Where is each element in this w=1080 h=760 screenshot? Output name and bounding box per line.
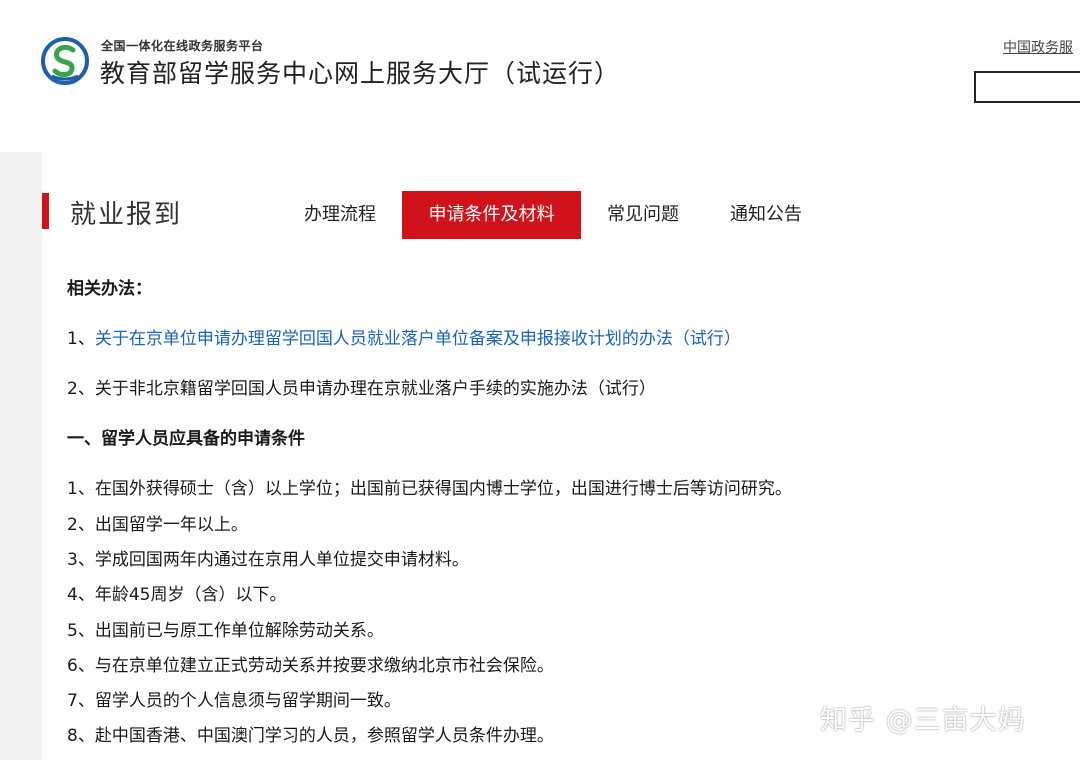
tab-faq[interactable]: 常见问题 — [594, 191, 692, 239]
zhihu-watermark: 知乎 @三亩大妈 — [820, 705, 1026, 736]
related-item: 1、关于在京单位申请办理留学回国人员就业落户单位备案及申报接收计划的办法（试行） — [67, 324, 741, 349]
tab-notices[interactable]: 通知公告 — [716, 191, 816, 239]
tab-process[interactable]: 办理流程 — [290, 191, 390, 239]
condition-item: 1、在国外获得硕士（含）以上学位；出国前已获得国内博士学位，出国进行博士后等访问… — [67, 479, 792, 499]
search-input[interactable] — [974, 71, 1080, 103]
tab-conditions-materials[interactable]: 申请条件及材料 — [402, 191, 581, 239]
conditions-heading: 一、留学人员应具备的申请条件 — [67, 429, 305, 449]
condition-item: 3、学成回国两年内通过在京用人单位提交申请材料。 — [67, 550, 469, 570]
related-item: 2、关于非北京籍留学回国人员申请办理在京就业落户手续的实施办法（试行） — [67, 379, 656, 399]
gov-service-link[interactable]: 中国政务服 — [1003, 37, 1073, 57]
condition-item: 6、与在京单位建立正式劳动关系并按要求缴纳北京市社会保险。 — [67, 656, 554, 676]
related-methods-heading: 相关办法： — [67, 279, 152, 299]
site-header: 全国一体化在线政务服务平台 教育部留学服务中心网上服务大厅（试运行） 中国政务服 — [0, 0, 1080, 152]
condition-item: 8、赴中国香港、中国澳门学习的人员，参照留学人员条件办理。 — [67, 726, 554, 746]
condition-item: 4、年龄45周岁（含）以下。 — [67, 585, 287, 605]
site-logo-icon[interactable] — [40, 36, 90, 86]
platform-label: 全国一体化在线政务服务平台 — [101, 39, 264, 53]
section-title: 就业报到 — [70, 200, 183, 230]
condition-item: 2、出国留学一年以上。 — [67, 515, 248, 535]
site-title: 教育部留学服务中心网上服务大厅（试运行） — [100, 59, 621, 88]
condition-item: 7、留学人员的个人信息须与留学期间一致。 — [67, 691, 401, 711]
section-accent-bar — [42, 193, 49, 229]
condition-item: 5、出国前已与原工作单位解除劳动关系。 — [67, 621, 384, 641]
related-item-number: 1、 — [67, 329, 95, 349]
related-item-link[interactable]: 关于在京单位申请办理留学回国人员就业落户单位备案及申报接收计划的办法（试行） — [95, 329, 741, 349]
